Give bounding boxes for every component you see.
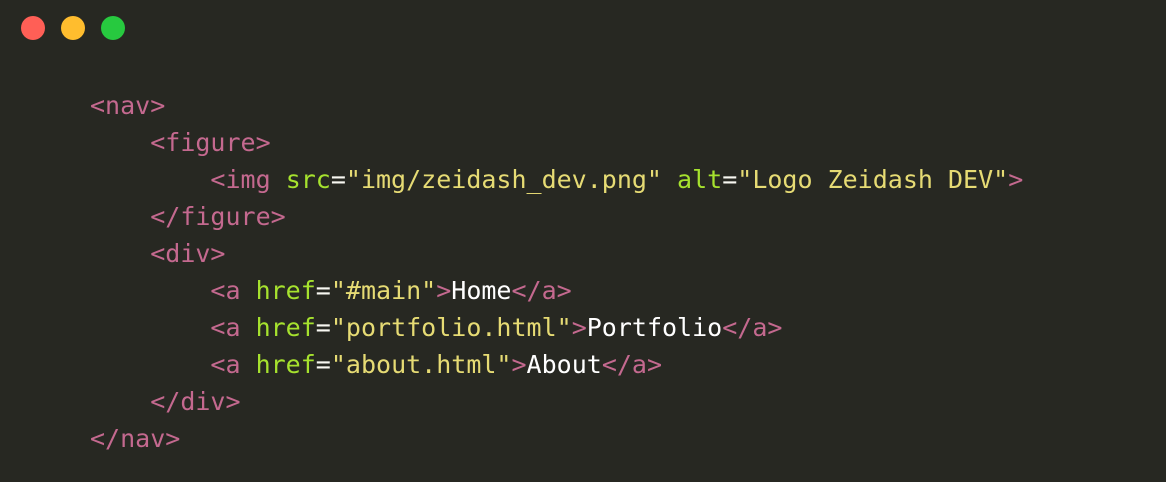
code-punctuation: =	[315, 276, 331, 305]
code-tag: <div>	[150, 239, 226, 268]
code-text: Portfolio	[586, 313, 723, 342]
code-attribute: src	[285, 165, 331, 194]
code-attribute: href	[255, 350, 316, 379]
code-tag: <img	[210, 165, 286, 194]
code-tag: </figure>	[150, 202, 286, 231]
code-line: <figure>	[90, 124, 1023, 161]
code-line: <a href="about.html">About</a>	[90, 346, 1023, 383]
code-text: About	[526, 350, 602, 379]
code-tag: >	[571, 313, 587, 342]
code-punctuation: =	[330, 165, 346, 194]
code-tag: <a	[210, 313, 256, 342]
code-line: </nav>	[90, 420, 1023, 457]
code-line: <img src="img/zeidash_dev.png" alt="Logo…	[90, 161, 1023, 198]
code-tag: >	[436, 276, 452, 305]
code-tag: </a>	[601, 350, 663, 379]
window-controls	[21, 16, 125, 40]
code-tag: <a	[210, 276, 256, 305]
code-tag: <figure>	[150, 128, 271, 157]
code-window: <nav> <figure> <img src="img/zeidash_dev…	[0, 0, 1166, 482]
code-block: <nav> <figure> <img src="img/zeidash_dev…	[90, 87, 1023, 457]
code-text: Home	[451, 276, 512, 305]
code-string: "about.html"	[330, 350, 512, 379]
code-tag: >	[511, 350, 527, 379]
code-line: </figure>	[90, 198, 1023, 235]
code-tag: <a	[210, 350, 256, 379]
code-attribute: alt	[677, 165, 723, 194]
code-line: </div>	[90, 383, 1023, 420]
code-line: <div>	[90, 235, 1023, 272]
code-tag: </a>	[511, 276, 572, 305]
minimize-button[interactable]	[61, 16, 85, 40]
code-punctuation: =	[315, 350, 331, 379]
maximize-button[interactable]	[101, 16, 125, 40]
code-punctuation: =	[722, 165, 738, 194]
code-tag: >	[1008, 165, 1024, 194]
code-punctuation: =	[315, 313, 331, 342]
code-attribute: href	[255, 313, 316, 342]
code-tag: </div>	[150, 387, 241, 416]
code-attribute: href	[255, 276, 316, 305]
code-string: "portfolio.html"	[330, 313, 572, 342]
code-line: <a href="#main">Home</a>	[90, 272, 1023, 309]
code-string: "Logo Zeidash DEV"	[737, 165, 1009, 194]
code-tag: <nav>	[90, 91, 166, 120]
code-punctuation	[662, 165, 677, 194]
code-string: "#main"	[330, 276, 437, 305]
code-tag: </a>	[722, 313, 783, 342]
code-tag: </nav>	[90, 424, 181, 453]
code-string: "img/zeidash_dev.png"	[345, 165, 662, 194]
code-line: <a href="portfolio.html">Portfolio</a>	[90, 309, 1023, 346]
close-button[interactable]	[21, 16, 45, 40]
code-line: <nav>	[90, 87, 1023, 124]
